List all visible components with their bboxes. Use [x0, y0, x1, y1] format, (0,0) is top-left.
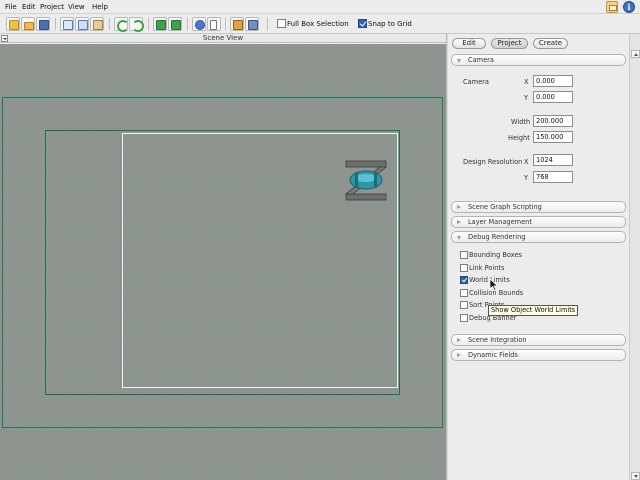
tooltip: Show Object World Limits — [488, 305, 579, 316]
design-res-x-field[interactable]: 1024 — [533, 154, 573, 166]
menu-view[interactable]: View — [68, 3, 85, 11]
section-debug-rendering-title: Debug Rendering — [468, 233, 526, 241]
cut-icon[interactable] — [60, 17, 74, 31]
mouse-cursor-icon — [490, 279, 499, 291]
section-debug-rendering[interactable]: Debug Rendering — [451, 231, 626, 243]
camera-x-field[interactable]: 0.000 — [533, 75, 573, 87]
pointer-icon[interactable] — [207, 17, 221, 31]
collapsed-arrow-icon — [457, 205, 461, 209]
toolbar-separator — [148, 18, 149, 30]
toolbar-separator — [225, 18, 226, 30]
camera-height-label: Height — [508, 134, 530, 142]
play-icon[interactable] — [192, 17, 206, 31]
section-layer-management[interactable]: Layer Management — [451, 216, 626, 228]
toolbar-separator — [187, 18, 188, 30]
debug-bounding-boxes-label: Bounding Boxes — [469, 251, 522, 259]
collapse-icon[interactable] — [1, 35, 8, 42]
add-scene-icon[interactable] — [168, 17, 182, 31]
menu-project[interactable]: Project — [40, 3, 64, 11]
tab-create[interactable]: Create — [533, 38, 568, 49]
redo-icon[interactable] — [129, 17, 144, 32]
open-folder-icon[interactable] — [21, 17, 35, 31]
debug-link-points-label: Link Points — [469, 264, 505, 272]
collapsed-arrow-icon — [457, 220, 461, 224]
design-res-x-label: X — [524, 158, 529, 166]
section-scene-integration-title: Scene Integration — [468, 336, 527, 344]
checkbox[interactable] — [460, 276, 468, 284]
paste-icon[interactable] — [90, 17, 104, 31]
camera-height-field[interactable]: 150.000 — [533, 131, 573, 143]
undo-icon[interactable] — [114, 17, 129, 32]
tab-project[interactable]: Project — [491, 38, 528, 49]
mail-icon[interactable] — [606, 1, 618, 13]
menu-bar: File Edit Project View Help i — [0, 0, 640, 14]
section-layer-management-title: Layer Management — [468, 218, 532, 226]
scroll-down-icon[interactable] — [631, 472, 640, 480]
info-icon[interactable]: i — [623, 1, 635, 13]
camera-width-field[interactable]: 200.000 — [533, 115, 573, 127]
section-dynamic-fields-title: Dynamic Fields — [468, 351, 518, 359]
expanded-arrow-icon — [457, 236, 461, 240]
snap-to-grid-checkbox[interactable] — [358, 19, 367, 28]
monitor-icon[interactable] — [245, 17, 259, 31]
checkbox[interactable] — [460, 314, 468, 322]
section-dynamic-fields[interactable]: Dynamic Fields — [451, 349, 626, 361]
design-res-y-label: Y — [524, 174, 529, 182]
section-scene-graph-title: Scene Graph Scripting — [468, 203, 542, 211]
menu-help[interactable]: Help — [92, 3, 108, 11]
tab-edit[interactable]: Edit — [452, 38, 486, 49]
section-camera-title: Camera — [468, 56, 494, 64]
camera-y-field[interactable]: 0.000 — [533, 91, 573, 103]
collapsed-arrow-icon — [457, 353, 461, 357]
expanded-arrow-icon — [457, 59, 461, 63]
checkbox[interactable] — [460, 264, 468, 272]
section-scene-integration[interactable]: Scene Integration — [451, 334, 626, 346]
snap-to-grid-label: Snap to Grid — [368, 20, 412, 28]
save-icon[interactable] — [36, 17, 50, 31]
section-scene-graph-scripting[interactable]: Scene Graph Scripting — [451, 201, 626, 213]
toolbar-separator — [109, 18, 110, 30]
design-res-y-field[interactable]: 768 — [533, 171, 573, 183]
panel-scrollbar[interactable] — [629, 34, 640, 480]
full-box-selection-label: Full Box Selection — [287, 20, 349, 28]
properties-panel: Edit Project Create Camera Camera X 0.00… — [448, 34, 629, 480]
menu-file[interactable]: File — [5, 3, 17, 11]
section-camera[interactable]: Camera — [451, 54, 626, 66]
collapsed-arrow-icon — [457, 338, 461, 342]
sprite-object[interactable] — [345, 159, 387, 201]
camera-y-label: Y — [524, 94, 529, 102]
add-level-icon[interactable] — [153, 17, 167, 31]
camera-x-label: X — [524, 78, 529, 86]
full-box-selection-checkbox[interactable] — [277, 19, 286, 28]
menu-edit[interactable]: Edit — [22, 3, 36, 11]
checkbox[interactable] — [460, 289, 468, 297]
copy-icon[interactable] — [75, 17, 89, 31]
scene-viewport[interactable] — [0, 44, 446, 480]
scroll-up-icon[interactable] — [631, 50, 640, 58]
camera-label: Camera — [463, 78, 489, 86]
brush-icon[interactable] — [230, 17, 244, 31]
toolbar-separator — [267, 18, 268, 30]
new-icon[interactable] — [6, 17, 20, 31]
checkbox[interactable] — [460, 251, 468, 259]
toolbar-separator — [55, 18, 56, 30]
camera-width-label: Width — [511, 118, 531, 126]
toolbar: Full Box Selection Snap to Grid — [0, 14, 640, 34]
scene-view-title: Scene View — [0, 34, 446, 43]
design-resolution-label: Design Resolution — [463, 158, 523, 166]
checkbox[interactable] — [460, 301, 468, 309]
